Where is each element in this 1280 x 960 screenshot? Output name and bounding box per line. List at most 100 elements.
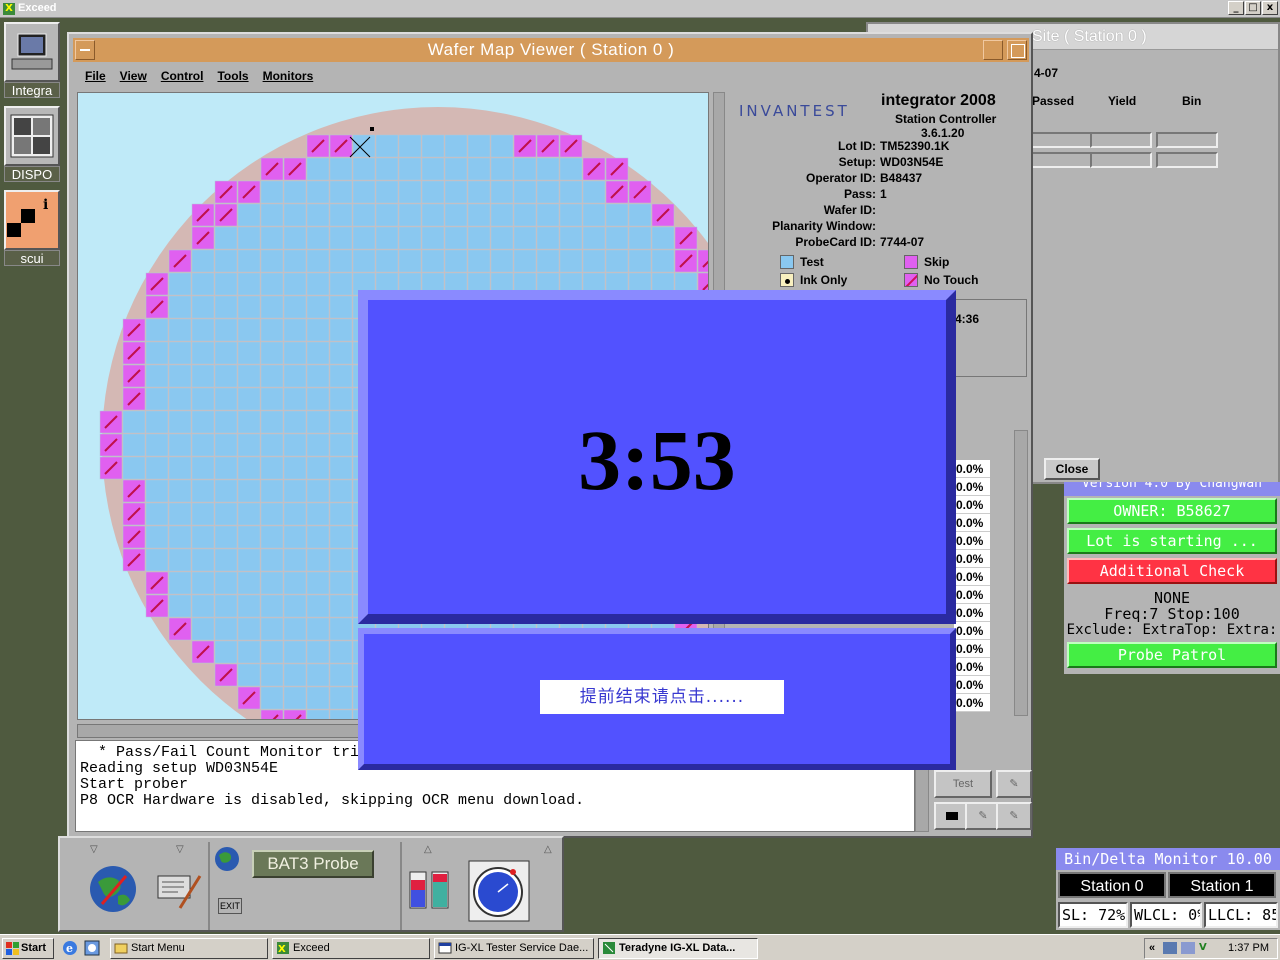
- die-test: [260, 272, 284, 296]
- legend-test: Test: [780, 255, 824, 269]
- menu-monitors[interactable]: Monitors: [263, 64, 314, 88]
- die-test: [398, 157, 422, 181]
- station0-button[interactable]: Station 0: [1058, 872, 1166, 898]
- die-test: [237, 479, 261, 503]
- die-test: [168, 318, 192, 342]
- task-igxl-data[interactable]: Teradyne IG-XL Data...: [598, 938, 758, 959]
- die-test: [559, 157, 583, 181]
- die-test: [605, 226, 629, 250]
- menu-control[interactable]: Control: [161, 64, 204, 88]
- close-daily-button[interactable]: Close: [1044, 458, 1100, 480]
- die-test: [191, 456, 215, 480]
- antivirus-icon[interactable]: V: [1199, 942, 1207, 953]
- bat3-probe-button[interactable]: BAT3 Probe: [252, 850, 374, 878]
- die-test: [283, 617, 307, 641]
- die-test: [536, 226, 560, 250]
- percent-value: 0.0%: [954, 658, 990, 676]
- die-test: [214, 571, 238, 595]
- radar-monitor-icon[interactable]: [468, 860, 530, 926]
- info-label: Lot ID:: [838, 139, 876, 153]
- chevron-down-icon[interactable]: ▽: [90, 844, 98, 855]
- minimize-button[interactable]: _: [1228, 1, 1244, 15]
- start-button[interactable]: Start: [2, 938, 54, 959]
- station1-button[interactable]: Station 1: [1168, 872, 1276, 898]
- probe-patrol-button[interactable]: Probe Patrol: [1067, 642, 1277, 668]
- tray-expand-icon[interactable]: «: [1149, 942, 1155, 954]
- die-test: [168, 364, 192, 388]
- menu-view[interactable]: View: [120, 64, 147, 88]
- die-test: [283, 548, 307, 572]
- die-test: [283, 456, 307, 480]
- probe-tool-icon[interactable]: ✎: [996, 802, 1032, 830]
- die-test: [237, 548, 261, 572]
- die-test: [191, 502, 215, 526]
- die-test: [306, 272, 330, 296]
- task-exceed[interactable]: X Exceed: [272, 938, 430, 959]
- brand-logo: INVANTEST: [739, 102, 850, 120]
- task-label: Exceed: [293, 942, 330, 954]
- close-button[interactable]: x: [1262, 1, 1278, 15]
- die-test: [444, 226, 468, 250]
- legend-skip-swatch: [904, 255, 918, 269]
- ie-icon[interactable]: e: [62, 940, 78, 960]
- die-test: [191, 364, 215, 388]
- lot-status-button[interactable]: Lot is starting ...: [1067, 528, 1277, 554]
- bar-meter-icon[interactable]: [406, 868, 454, 916]
- exit-button[interactable]: EXIT: [218, 898, 242, 914]
- network-icon[interactable]: [1163, 942, 1177, 954]
- die-test: [306, 709, 330, 719]
- probe-tool-icon[interactable]: ✎: [996, 770, 1032, 798]
- task-start-menu[interactable]: Start Menu: [110, 938, 268, 959]
- edit-note-icon[interactable]: [156, 868, 204, 916]
- menu-tools[interactable]: Tools: [217, 64, 248, 88]
- percent-scrollbar[interactable]: [1014, 430, 1028, 716]
- die-test: [260, 617, 284, 641]
- die-test: [260, 525, 284, 549]
- bin-delta-monitor: Bin/Delta Monitor 10.00 Station 0 Statio…: [1056, 848, 1280, 930]
- die-test: [605, 249, 629, 273]
- log-line: P8 OCR Hardware is disabled, skipping OC…: [80, 792, 585, 809]
- chevron-up-icon[interactable]: △: [424, 844, 432, 855]
- die-test: [168, 502, 192, 526]
- chevron-up-icon[interactable]: △: [544, 844, 552, 855]
- die-test: [398, 180, 422, 204]
- menu-file[interactable]: File: [85, 64, 106, 88]
- network-icon[interactable]: [1181, 942, 1195, 954]
- dock-integra[interactable]: Integra: [4, 22, 60, 98]
- globe-icon[interactable]: [88, 864, 138, 918]
- die-test: [237, 341, 261, 365]
- die-test: [237, 502, 261, 526]
- die-test: [329, 157, 353, 181]
- task-igxl-service[interactable]: IG-XL Tester Service Dae...: [434, 938, 594, 959]
- die-test: [191, 387, 215, 411]
- legend-ink-label: Ink Only: [800, 273, 848, 287]
- info-value: 7744-07: [880, 235, 925, 249]
- end-early-button[interactable]: 提前结束请点击......: [540, 680, 784, 714]
- dock-scui[interactable]: i scui: [4, 190, 60, 266]
- die-test: [283, 318, 307, 342]
- dock-label-scui: scui: [4, 250, 60, 266]
- legend-notouch-label: No Touch: [924, 273, 979, 287]
- die-test: [214, 456, 238, 480]
- dock-dispo[interactable]: DISPO: [4, 106, 60, 182]
- test-button[interactable]: Test: [934, 770, 992, 798]
- globe-small-icon[interactable]: [214, 846, 240, 876]
- die-test: [375, 203, 399, 227]
- quicklaunch-icon[interactable]: [84, 940, 100, 960]
- minimize-button[interactable]: [983, 40, 1003, 60]
- owner-button[interactable]: OWNER: B58627: [1067, 498, 1277, 524]
- maximize-button[interactable]: [1007, 40, 1027, 60]
- window-menu-button[interactable]: [75, 40, 95, 60]
- die-test: [329, 387, 353, 411]
- die-test: [122, 456, 146, 480]
- dock-label-integra: Integra: [4, 82, 60, 98]
- die-test: [513, 203, 537, 227]
- chevron-down-icon[interactable]: ▽: [176, 844, 184, 855]
- die-test: [329, 341, 353, 365]
- die-test: [214, 387, 238, 411]
- additional-check-button[interactable]: Additional Check: [1067, 558, 1277, 584]
- die-test: [283, 203, 307, 227]
- maximize-button[interactable]: □: [1245, 1, 1261, 15]
- die-test: [329, 318, 353, 342]
- die-test: [467, 180, 491, 204]
